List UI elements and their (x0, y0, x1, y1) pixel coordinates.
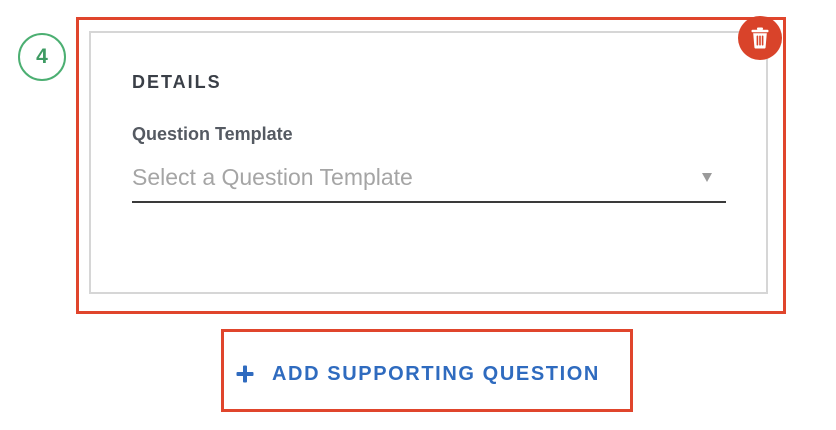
add-supporting-question-label: ADD SUPPORTING QUESTION (272, 362, 600, 385)
question-template-placeholder: Select a Question Template (132, 164, 413, 190)
trash-icon (751, 27, 769, 49)
question-template-select[interactable]: Select a Question Template (132, 160, 726, 203)
question-template-label: Question Template (132, 124, 293, 144)
step-number-badge: 4 (18, 33, 66, 81)
caret-down-icon (702, 173, 712, 182)
plus-icon (236, 365, 254, 383)
details-heading: DETAILS (132, 72, 222, 92)
delete-card-button[interactable] (738, 16, 782, 60)
add-supporting-question-button[interactable]: ADD SUPPORTING QUESTION (236, 350, 600, 398)
